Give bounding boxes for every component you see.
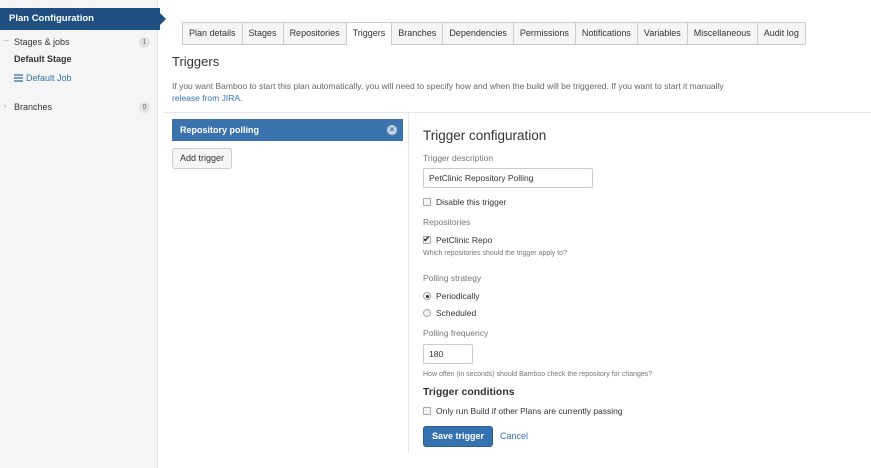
disable-trigger-label: Disable this trigger — [436, 197, 507, 207]
close-icon[interactable]: × — [387, 125, 397, 135]
save-trigger-button[interactable]: Save trigger — [423, 426, 494, 447]
disable-trigger-row[interactable]: Disable this trigger — [423, 197, 506, 207]
polling-frequency-input[interactable] — [423, 344, 473, 364]
sidebar-item-default-stage[interactable]: Default Stage — [14, 54, 72, 64]
scheduled-label: Scheduled — [436, 308, 477, 318]
periodically-label: Periodically — [436, 291, 480, 301]
release-from-jira-link[interactable]: release from JIRA. — [172, 93, 242, 103]
count-badge: 0 — [139, 102, 150, 113]
intro-text: If you want Bamboo to start this plan au… — [172, 81, 724, 91]
trigger-configuration-title: Trigger configuration — [423, 128, 547, 143]
tab-branches[interactable]: Branches — [391, 22, 444, 44]
sidebar-item-default-job[interactable]: Default Job — [14, 72, 72, 84]
periodically-radio[interactable] — [423, 292, 431, 300]
sidebar-item-label: Default Job — [26, 73, 72, 83]
repository-row[interactable]: PetClinic Repo — [423, 234, 493, 245]
tab-dependencies[interactable]: Dependencies — [442, 22, 514, 44]
repositories-label: Repositories — [423, 217, 471, 227]
divider — [163, 112, 871, 113]
strategy-option-scheduled[interactable]: Scheduled — [423, 308, 476, 318]
trigger-condition-label: Only run Build if other Plans are curren… — [436, 406, 623, 416]
polling-frequency-label: Polling frequency — [423, 328, 489, 338]
repositories-hint: Which repositories should the trigger ap… — [423, 250, 567, 257]
count-badge: 1 — [139, 37, 150, 48]
strategy-option-periodically[interactable]: Periodically — [423, 291, 479, 301]
trigger-description-input[interactable] — [423, 168, 593, 188]
trigger-item-label: Repository polling — [180, 125, 260, 135]
tab-audit-log[interactable]: Audit log — [756, 22, 806, 44]
sidebar-header-label: Plan Configuration — [9, 13, 94, 24]
tab-repositories[interactable]: Repositories — [282, 22, 347, 44]
active-arrow-icon — [160, 13, 166, 25]
trigger-condition-checkbox[interactable] — [423, 407, 431, 415]
cancel-link[interactable]: Cancel — [500, 431, 528, 441]
job-list-icon — [14, 74, 23, 82]
tab-permissions[interactable]: Permissions — [512, 22, 576, 44]
add-trigger-button[interactable]: Add trigger — [172, 148, 233, 169]
trigger-conditions-heading: Trigger conditions — [423, 386, 515, 398]
repository-checkbox[interactable] — [423, 234, 431, 244]
sidebar-header-plan-configuration[interactable]: Plan Configuration — [0, 8, 166, 30]
repository-name: PetClinic Repo — [436, 235, 493, 245]
sidebar: Plan Configuration ─ Stages & jobs 1 Def… — [0, 0, 166, 468]
sidebar-item-label: Stages & jobs — [14, 37, 70, 47]
trigger-condition-row[interactable]: Only run Build if other Plans are curren… — [423, 406, 623, 416]
tab-variables[interactable]: Variables — [636, 22, 688, 44]
scheduled-radio[interactable] — [423, 309, 431, 317]
polling-frequency-hint: How often (in seconds) should Bamboo che… — [423, 371, 653, 378]
divider — [408, 113, 409, 453]
sidebar-item-label: Branches — [14, 102, 53, 112]
page-title: Triggers — [172, 54, 220, 69]
trigger-description-label: Trigger description — [423, 153, 494, 163]
sidebar-item-branches[interactable]: › Branches 0 — [0, 99, 158, 115]
polling-strategy-label: Polling strategy — [423, 273, 482, 283]
chevron-right-icon[interactable]: › — [4, 99, 6, 115]
tab-stages[interactable]: Stages — [241, 22, 284, 44]
trigger-item-repository-polling[interactable]: Repository polling × — [172, 119, 403, 141]
chevron-down-icon[interactable]: ─ — [4, 34, 9, 50]
tab-triggers[interactable]: Triggers — [345, 22, 393, 45]
tab-miscellaneous[interactable]: Miscellaneous — [686, 22, 758, 44]
tab-notifications[interactable]: Notifications — [574, 22, 638, 44]
tab-bar: Plan details Stages Repositories Trigger… — [182, 22, 806, 45]
disable-trigger-checkbox[interactable] — [423, 198, 431, 206]
tab-plan-details[interactable]: Plan details — [182, 22, 243, 44]
sidebar-item-stages-jobs[interactable]: ─ Stages & jobs 1 — [0, 34, 158, 50]
